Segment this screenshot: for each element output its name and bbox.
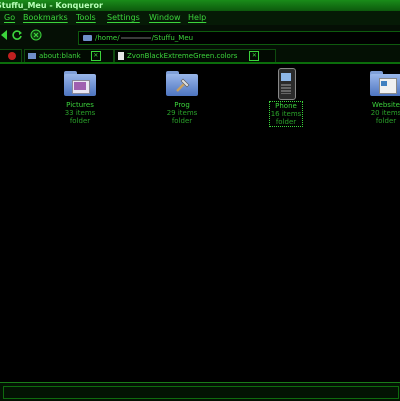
tab-bar: about:blank ✕ ZvonBlackExtremeGreen.color… [0,47,400,64]
item-kind: folder [375,117,397,125]
menu-bar: Go Bookmarks Tools Settings Window Help [0,11,400,26]
tab-close-area[interactable] [0,49,22,62]
tools-folder-icon [165,68,199,98]
title-bar: Stuffu_Meu - Konqueror [0,0,400,11]
folder-item-pictures[interactable]: Pictures 33 items folder [50,68,110,125]
redacted-username [120,37,151,39]
item-count: 16 items [270,110,302,118]
item-count: 20 items [370,109,400,117]
phone-folder-icon [269,68,303,100]
tab-colors-file[interactable]: ZvonBlackExtremeGreen.colors ✕ [114,49,276,62]
item-label-box: Phone 16 items folder [268,101,304,127]
window-title: Stuffu_Meu - Konqueror [0,1,103,10]
tab-label: ZvonBlackExtremeGreen.colors [127,52,238,60]
status-text-area [3,386,399,399]
reload-icon[interactable] [11,29,23,41]
item-name: Pictures [66,101,94,109]
folder-icon [83,35,92,41]
path-prefix: /home/ [95,34,120,42]
menu-help[interactable]: Help [188,11,206,25]
path-suffix: /Stuffu_Meu [151,34,194,42]
item-kind: folder [171,117,193,125]
location-bar[interactable]: /home/ /Stuffu_Meu [78,31,400,45]
folder-item-phone[interactable]: Phone 16 items folder [256,68,316,127]
folder-item-website[interactable]: Website 20 items folder [356,68,400,125]
tab-about-blank[interactable]: about:blank ✕ [24,49,114,62]
item-count: 29 items [166,109,198,117]
item-count: 33 items [64,109,96,117]
pictures-folder-icon [63,68,97,98]
menu-bookmarks[interactable]: Bookmarks [23,11,68,25]
item-kind: folder [275,118,297,126]
item-name: Website [372,101,400,109]
document-icon [118,52,124,60]
folder-item-prog[interactable]: Prog 29 items folder [152,68,212,125]
item-name: Phone [275,102,297,110]
menu-tools[interactable]: Tools [76,11,96,25]
tab-label: about:blank [39,52,81,60]
stop-icon[interactable] [30,29,42,41]
menu-settings[interactable]: Settings [107,11,140,25]
menu-go[interactable]: Go [4,11,15,25]
close-icon[interactable]: ✕ [90,51,101,61]
item-name: Prog [174,101,190,109]
close-tab-icon[interactable] [8,52,16,60]
folder-icon [28,53,36,59]
item-kind: folder [69,117,91,125]
file-view: Pictures 33 items folder Prog 29 items f… [0,64,400,382]
status-bar [0,382,400,401]
menu-window[interactable]: Window [149,11,181,25]
website-folder-icon [369,68,400,98]
close-icon[interactable]: ✕ [249,51,260,61]
